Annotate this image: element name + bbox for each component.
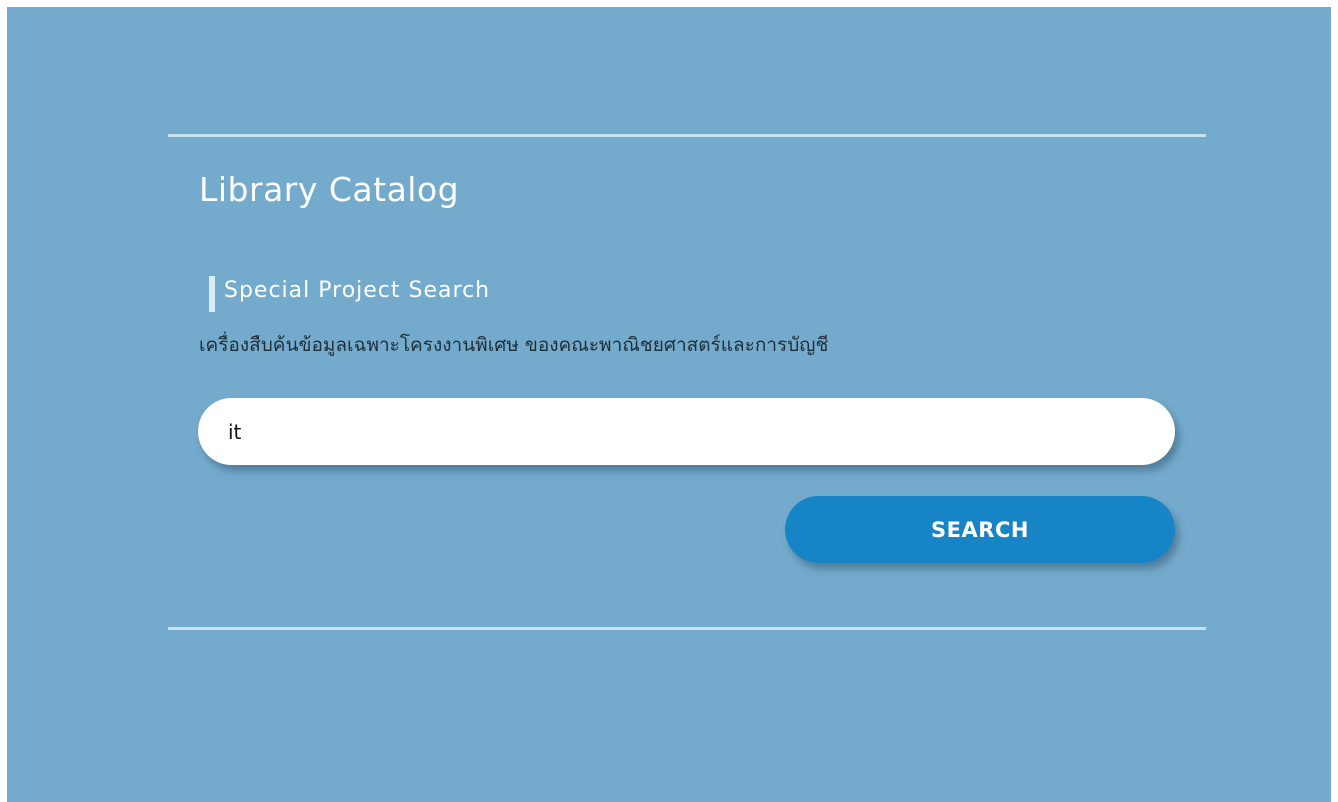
catalog-page: Library Catalog Special Project Search เ…	[7, 7, 1331, 802]
search-button[interactable]: SEARCH	[785, 496, 1175, 563]
section-description: เครื่องสืบค้นข้อมูลเฉพาะโครงงานพิเศษ ของ…	[199, 334, 829, 356]
section-accent-bar	[209, 276, 215, 312]
search-input[interactable]	[198, 398, 1175, 465]
section-title: Special Project Search	[224, 278, 491, 303]
bottom-divider	[168, 627, 1206, 630]
top-divider	[168, 134, 1206, 137]
page-title: Library Catalog	[199, 170, 460, 209]
